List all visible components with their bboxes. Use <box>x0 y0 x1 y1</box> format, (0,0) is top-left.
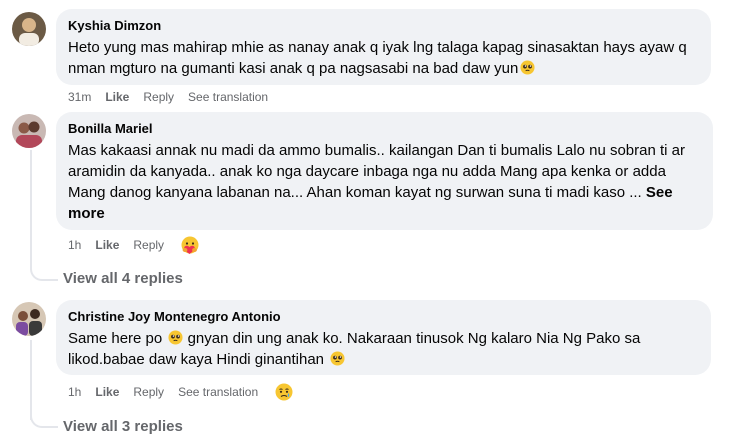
thread-connector <box>30 412 58 428</box>
reply-button[interactable]: Reply <box>143 90 174 104</box>
comment-actions: 31m Like Reply See translation <box>68 88 282 106</box>
avatar[interactable] <box>12 12 46 46</box>
reply-button[interactable]: Reply <box>133 238 164 252</box>
thread-line <box>30 340 32 420</box>
comment-bubble: Christine Joy Montenegro Antonio Same he… <box>56 300 711 375</box>
comment-text: Heto yung mas mahirap mhie as nanay anak… <box>68 39 687 77</box>
comment-author[interactable]: Kyshia Dimzon <box>68 17 699 34</box>
pleading-face-emoji <box>520 60 535 75</box>
comment-actions: 1h Like Reply <box>68 236 200 254</box>
comment-bubble: Bonilla Mariel Mas kakaasi annak nu madi… <box>56 112 713 230</box>
comment-time[interactable]: 1h <box>68 238 81 252</box>
comment-author[interactable]: Christine Joy Montenegro Antonio <box>68 308 699 325</box>
like-button[interactable]: Like <box>95 238 119 252</box>
comment-text: Mas kakaasi annak nu madi da ammo bumali… <box>68 142 685 222</box>
comment-time[interactable]: 31m <box>68 90 91 104</box>
view-all-replies-button[interactable]: View all 3 replies <box>63 418 183 435</box>
view-all-replies-button[interactable]: View all 4 replies <box>63 270 183 287</box>
comment-actions: 1h Like Reply See translation <box>68 383 294 401</box>
thread-line <box>30 150 32 270</box>
comment-bubble: Kyshia Dimzon Heto yung mas mahirap mhie… <box>56 9 711 85</box>
comment-text: Same here po gnyan din ung anak ko. Naka… <box>68 330 641 368</box>
sad-reaction-icon[interactable] <box>274 382 294 402</box>
see-translation-link[interactable]: See translation <box>178 385 258 399</box>
reply-button[interactable]: Reply <box>133 385 164 399</box>
pleading-face-emoji <box>330 351 345 366</box>
pleading-face-emoji <box>168 330 183 345</box>
avatar[interactable] <box>12 302 46 336</box>
thread-connector <box>30 265 58 281</box>
avatar[interactable] <box>12 114 46 148</box>
like-button[interactable]: Like <box>105 90 129 104</box>
care-reaction-icon[interactable] <box>180 235 200 255</box>
see-translation-link[interactable]: See translation <box>188 90 268 104</box>
comment-time[interactable]: 1h <box>68 385 81 399</box>
like-button[interactable]: Like <box>95 385 119 399</box>
comment-author[interactable]: Bonilla Mariel <box>68 120 701 137</box>
